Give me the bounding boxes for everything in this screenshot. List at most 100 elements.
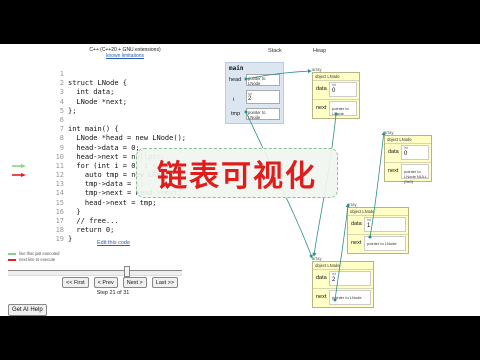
field-next-key: next	[316, 294, 327, 300]
heap-object-type: object LNode	[315, 74, 340, 79]
step-slider[interactable]	[8, 270, 182, 276]
code-line: 18 return 0;	[44, 226, 184, 235]
code-line: 1	[44, 70, 184, 79]
code-line: 15 head->next = tmp;	[44, 199, 184, 208]
heap-object-type: object LNode	[315, 263, 340, 268]
field-next-value: pointer to LNode	[329, 101, 357, 116]
ai-help-button[interactable]: Get AI Help	[8, 304, 47, 316]
code-line: 3 int data;	[44, 88, 184, 97]
heap-object-body: object LNode data int 1 next pointer to …	[347, 207, 409, 254]
line-number: 5	[59, 106, 64, 115]
field-next-text: pointer to LNode NULL (0x0)	[404, 169, 427, 184]
field-data-type: int	[332, 83, 336, 87]
visualizer-canvas: C++ (C++20 + GNU extensions) known limit…	[0, 44, 480, 316]
heap-object-tail: array object LNode data int 0 next point…	[384, 130, 432, 184]
code-line: 8 LNode *head = new LNode();	[44, 134, 187, 143]
known-limitations-link[interactable]: known limitations	[50, 53, 200, 59]
code-line: 17 // free...	[44, 217, 184, 226]
field-next: next pointer to LNode	[348, 234, 408, 253]
line-number: 17	[55, 217, 64, 225]
line-number: 7	[59, 125, 64, 134]
field-data-value: int 0	[401, 145, 429, 160]
field-data-number: 2	[332, 277, 336, 283]
line-number: 14	[55, 189, 64, 198]
last-button[interactable]: Last >>	[151, 277, 179, 288]
line-text: struct LNode {	[68, 79, 128, 88]
var-i-value: int 2	[246, 90, 280, 104]
field-next-text: pointer to LNode	[332, 295, 362, 300]
line-text: };	[68, 106, 77, 115]
just-executed-swatch	[8, 252, 16, 255]
var-tmp-name: tmp	[231, 111, 241, 117]
prev-button[interactable]: < Prev	[93, 277, 118, 288]
heap-object-node1: array object LNode data int 1 next point…	[347, 202, 409, 254]
code-line: 6	[44, 116, 184, 125]
heap-object-body: object LNode data int 0 next pointer to …	[312, 72, 360, 119]
heap-header: Heap	[313, 48, 327, 54]
var-head-value: pointer to LNode	[246, 74, 280, 86]
legend-next-line-label: next line to execute	[19, 257, 56, 262]
line-number: 12	[55, 171, 64, 180]
field-data-key: data	[351, 221, 362, 227]
field-data: data int 0	[385, 143, 431, 162]
field-data-key: data	[388, 149, 399, 155]
var-i-value-text: 2	[248, 96, 252, 102]
line-number: 9	[59, 143, 64, 152]
line-number: 10	[55, 152, 64, 161]
field-next-value: pointer to LNode	[329, 290, 371, 305]
heap-object-body: object LNode data int 0 next pointer to …	[384, 135, 432, 184]
field-data-type: int	[367, 218, 371, 222]
language-header: C++ (C++20 + GNU extensions) known limit…	[50, 47, 200, 59]
field-data-type: int	[332, 272, 336, 276]
title-overlay: 链表可视化	[136, 148, 338, 198]
main-stack-frame: main head pointer to LNode i int 2 tmp p…	[225, 62, 284, 124]
var-tmp-value-text: pointer to LNode	[248, 110, 266, 120]
line-text: int data;	[68, 88, 115, 97]
field-next-text: pointer to LNode	[367, 241, 397, 246]
field-data-value: int 2	[329, 271, 371, 286]
line-number: 13	[55, 180, 64, 189]
field-next-value: pointer to LNode NULL (0x0)	[401, 164, 429, 184]
first-button[interactable]: << First	[62, 277, 89, 288]
field-data-key: data	[316, 275, 327, 281]
line-number: 3	[59, 88, 64, 97]
heap-object-type: object LNode	[387, 137, 412, 142]
line-text: LNode *next;	[68, 97, 128, 106]
heap-object-node2: array object LNode data int 2 next point…	[312, 256, 374, 308]
overlay-title: 链表可视化	[157, 159, 317, 194]
line-text: LNode *head = new LNode();	[68, 134, 187, 143]
field-data-number: 0	[332, 88, 336, 94]
line-number: 2	[59, 79, 64, 88]
line-text: tmp->data = i;	[68, 180, 144, 189]
field-data: data int 1	[348, 215, 408, 234]
field-data-type: int	[404, 146, 408, 150]
var-tmp-value: pointer to LNode	[246, 108, 280, 120]
code-line: 16 }	[44, 208, 184, 217]
field-data: data int 0	[313, 80, 359, 99]
line-text: return 0;	[68, 226, 115, 235]
navigation-buttons: << First < Prev Next > Last >>	[62, 277, 179, 288]
frame-name: main	[229, 65, 244, 72]
edit-code-link[interactable]: Edit this code	[97, 240, 130, 246]
var-i-name: i	[233, 97, 235, 103]
prev-line-arrow	[12, 163, 26, 168]
field-data-number: 1	[367, 223, 371, 229]
field-next-value: pointer to LNode	[364, 236, 406, 251]
step-counter: Step 21 of 31	[96, 290, 130, 296]
step-slider-thumb[interactable]	[123, 266, 130, 277]
field-next-key: next	[316, 105, 327, 111]
line-number: 16	[55, 207, 64, 216]
field-data-number: 0	[404, 151, 408, 157]
code-line: 5};	[44, 107, 184, 116]
field-next-key: next	[351, 240, 362, 246]
field-next: next pointer to LNode NULL (0x0)	[385, 162, 431, 184]
line-number: 6	[59, 115, 64, 124]
line-text: }	[68, 235, 73, 244]
line-text: // free...	[68, 217, 119, 225]
next-button[interactable]: Next >	[122, 277, 147, 288]
line-text: }	[68, 207, 81, 216]
line-number: 8	[59, 134, 64, 143]
line-number: 19	[55, 235, 64, 244]
field-next-key: next	[388, 168, 399, 174]
var-head-value-text: pointer to LNode	[248, 76, 266, 86]
